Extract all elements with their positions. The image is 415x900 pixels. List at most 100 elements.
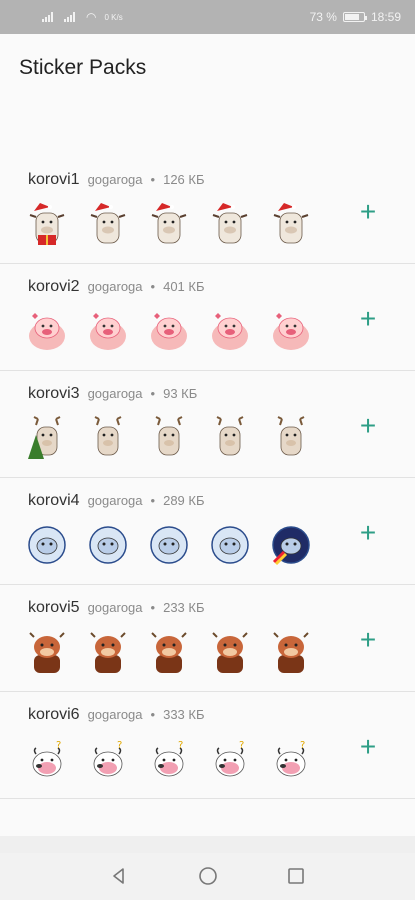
- pack-author: gogaroga: [87, 493, 143, 508]
- pack-header: korovi4 gogaroga • 289 КБ: [28, 492, 205, 510]
- pack-header: korovi1 gogaroga • 126 КБ: [28, 171, 205, 189]
- sticker-thumbnail: [26, 522, 68, 568]
- sticker-preview-row: [26, 308, 312, 354]
- sticker-thumbnail: [270, 629, 312, 675]
- separator-dot: •: [150, 600, 156, 615]
- sticker-pack-row[interactable]: korovi3 gogaroga • 93 КБ +: [0, 371, 415, 478]
- sticker-preview-row: ?????: [26, 736, 312, 782]
- pack-author: gogaroga: [87, 172, 143, 187]
- svg-text:?: ?: [239, 740, 244, 751]
- battery-icon: [342, 12, 367, 22]
- plus-icon: +: [359, 303, 377, 334]
- sticker-thumbnail: [148, 629, 190, 675]
- sticker-pack-row[interactable]: korovi2 gogaroga • 401 КБ +: [0, 264, 415, 371]
- page-title: Sticker Packs: [19, 56, 147, 79]
- sticker-thumbnail: [148, 308, 190, 354]
- pack-name: korovi4: [28, 492, 80, 509]
- sticker-thumbnail: [87, 308, 129, 354]
- sticker-pack-row[interactable]: korovi4 gogaroga • 289 КБ +: [0, 478, 415, 585]
- app-bar: Sticker Packs: [0, 34, 415, 96]
- sticker-thumbnail: [270, 308, 312, 354]
- plus-icon: +: [359, 517, 377, 548]
- separator-dot: •: [150, 279, 156, 294]
- pack-author: gogaroga: [87, 386, 143, 401]
- sticker-thumbnail: [87, 629, 129, 675]
- sticker-thumbnail: [26, 201, 68, 247]
- svg-text:?: ?: [117, 740, 122, 751]
- sticker-thumbnail: ?: [270, 736, 312, 782]
- sticker-thumbnail: [87, 522, 129, 568]
- sticker-pack-list: korovi1 gogaroga • 126 КБ + korovi2 gogaroga • 4…: [0, 157, 415, 799]
- back-triangle-icon[interactable]: [108, 865, 130, 887]
- sticker-thumbnail: [26, 415, 68, 461]
- status-left: ◠ 0 K/s: [42, 10, 123, 24]
- add-pack-button[interactable]: +: [357, 412, 379, 440]
- add-pack-button[interactable]: +: [357, 626, 379, 654]
- sticker-thumbnail: [270, 522, 312, 568]
- sticker-thumbnail: [209, 201, 251, 247]
- sticker-preview-row: [26, 415, 312, 461]
- pack-name: korovi3: [28, 385, 80, 402]
- sticker-pack-row[interactable]: korovi6 gogaroga • 333 КБ????? +: [0, 692, 415, 799]
- separator-dot: •: [150, 172, 156, 187]
- sticker-preview-row: [26, 629, 312, 675]
- svg-text:?: ?: [300, 740, 305, 751]
- pack-size: 289 КБ: [163, 493, 205, 508]
- pack-size: 401 КБ: [163, 279, 205, 294]
- sticker-thumbnail: [148, 415, 190, 461]
- sticker-thumbnail: [87, 201, 129, 247]
- plus-icon: +: [359, 624, 377, 655]
- home-circle-icon[interactable]: [197, 865, 219, 887]
- signal-2-icon: [64, 12, 78, 22]
- pack-header: korovi3 gogaroga • 93 КБ: [28, 385, 197, 403]
- pack-size: 233 КБ: [163, 600, 205, 615]
- svg-text:?: ?: [56, 740, 61, 751]
- sticker-pack-row[interactable]: korovi1 gogaroga • 126 КБ +: [0, 157, 415, 264]
- pack-header: korovi2 gogaroga • 401 КБ: [28, 278, 205, 296]
- status-bar: ◠ 0 K/s 73 % 18:59: [0, 0, 415, 34]
- navigation-bar: [0, 853, 415, 900]
- sticker-thumbnail: [209, 308, 251, 354]
- plus-icon: +: [359, 731, 377, 762]
- sticker-thumbnail: ?: [26, 736, 68, 782]
- pack-author: gogaroga: [87, 279, 143, 294]
- recents-square-icon[interactable]: [285, 865, 307, 887]
- pack-name: korovi2: [28, 278, 80, 295]
- pack-name: korovi1: [28, 171, 80, 188]
- svg-text:?: ?: [178, 740, 183, 751]
- sticker-thumbnail: [209, 522, 251, 568]
- sticker-preview-row: [26, 201, 312, 247]
- add-pack-button[interactable]: +: [357, 733, 379, 761]
- plus-icon: +: [359, 196, 377, 227]
- add-pack-button[interactable]: +: [357, 305, 379, 333]
- pack-header: korovi5 gogaroga • 233 КБ: [28, 599, 205, 617]
- pack-name: korovi6: [28, 706, 80, 723]
- separator-dot: •: [150, 386, 156, 401]
- pack-header: korovi6 gogaroga • 333 КБ: [28, 706, 205, 724]
- status-right: 73 % 18:59: [310, 10, 401, 24]
- nav-separator: [0, 836, 415, 853]
- pack-author: gogaroga: [87, 600, 143, 615]
- sticker-thumbnail: [209, 629, 251, 675]
- sticker-thumbnail: [148, 522, 190, 568]
- sticker-thumbnail: ?: [148, 736, 190, 782]
- wifi-icon: ◠: [86, 10, 97, 24]
- sticker-preview-row: [26, 522, 312, 568]
- sticker-thumbnail: ?: [209, 736, 251, 782]
- pack-name: korovi5: [28, 599, 80, 616]
- add-pack-button[interactable]: +: [357, 198, 379, 226]
- sticker-thumbnail: [87, 415, 129, 461]
- sticker-thumbnail: [148, 201, 190, 247]
- clock: 18:59: [370, 10, 401, 24]
- battery-percent: 73 %: [309, 10, 337, 24]
- plus-icon: +: [359, 410, 377, 441]
- sticker-thumbnail: [270, 415, 312, 461]
- pack-author: gogaroga: [87, 707, 143, 722]
- separator-dot: •: [150, 707, 156, 722]
- sticker-pack-row[interactable]: korovi5 gogaroga • 233 КБ +: [0, 585, 415, 692]
- sticker-thumbnail: [26, 308, 68, 354]
- add-pack-button[interactable]: +: [357, 519, 379, 547]
- net-speed: 0 K/s: [104, 12, 123, 22]
- pack-size: 333 КБ: [163, 707, 205, 722]
- signal-icon: [42, 12, 56, 22]
